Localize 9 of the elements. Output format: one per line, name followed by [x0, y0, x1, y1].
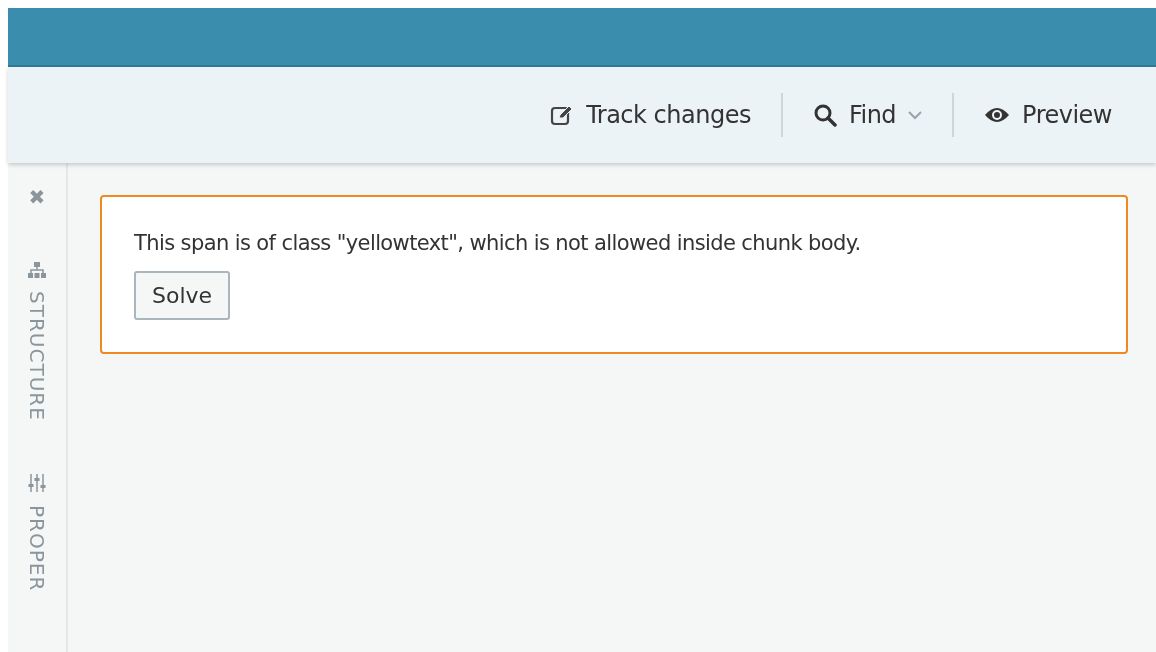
eye-icon: [984, 106, 1011, 124]
search-icon: [812, 103, 837, 127]
hierarchy-icon: [28, 261, 46, 279]
sliders-icon: [28, 472, 46, 493]
preview-button[interactable]: Preview: [970, 97, 1126, 133]
track-changes-button[interactable]: Track changes: [536, 97, 765, 133]
find-button[interactable]: Find: [798, 97, 937, 133]
solve-button[interactable]: Solve: [134, 271, 231, 320]
issue-message: This span is of class "yellowtext", which is not allowed inside chunk body.: [134, 231, 862, 255]
